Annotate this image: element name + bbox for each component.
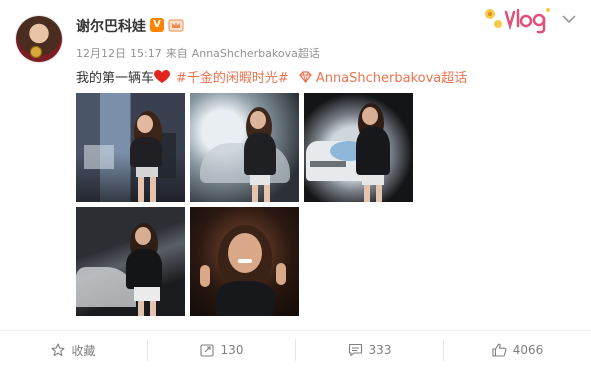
photo-5[interactable] <box>190 207 299 316</box>
photo-4[interactable] <box>76 207 185 316</box>
weibo-post-card: 谢尔巴科娃 V 12月12日 15:17 来自 AnnaShcherbakova超话 … <box>0 0 591 369</box>
photo-1[interactable] <box>76 93 185 202</box>
medal-icon <box>30 46 42 58</box>
chevron-down-icon[interactable] <box>562 14 576 24</box>
post-date[interactable]: 12月12日 <box>76 47 126 60</box>
source-prefix: 来自 <box>165 47 188 60</box>
super-topic-link[interactable]: AnnaShcherbakova超话 <box>316 71 467 86</box>
post-time[interactable]: 15:17 <box>130 47 162 60</box>
vip-crown-icon[interactable] <box>168 17 184 33</box>
favorite-label: 收藏 <box>71 343 96 358</box>
post-meta: 12月12日 15:17 来自 AnnaShcherbakova超话 <box>76 45 320 61</box>
star-icon <box>51 343 66 357</box>
username-link[interactable]: 谢尔巴科娃 <box>76 16 146 36</box>
repost-icon <box>199 344 214 357</box>
like-count: 4066 <box>512 343 544 357</box>
comment-count: 333 <box>368 343 392 357</box>
avatar[interactable] <box>16 16 62 62</box>
repost-count: 130 <box>220 343 244 357</box>
vlog-sticker-icon <box>485 8 550 34</box>
verified-icon: V <box>150 18 164 32</box>
photo-2[interactable] <box>190 93 299 202</box>
favorite-button[interactable]: 收藏 <box>0 331 147 369</box>
post-text-body: 我的第一辆车 <box>76 71 155 86</box>
post-text: 我的第一辆车 #千金的闲暇时光# AnnaShcherbakova超话 <box>76 67 467 86</box>
hashtag-link[interactable]: #千金的闲暇时光# <box>176 71 289 86</box>
heart-icon <box>154 70 171 83</box>
super-topic-icon <box>298 71 312 83</box>
repost-button[interactable]: 130 <box>148 331 295 369</box>
comment-button[interactable]: 333 <box>296 331 443 369</box>
like-button[interactable]: 4066 <box>444 331 591 369</box>
thumbs-up-icon <box>492 343 507 357</box>
photo-3[interactable] <box>304 93 413 202</box>
source-link[interactable]: AnnaShcherbakova超话 <box>192 47 320 60</box>
comment-icon <box>348 343 362 357</box>
